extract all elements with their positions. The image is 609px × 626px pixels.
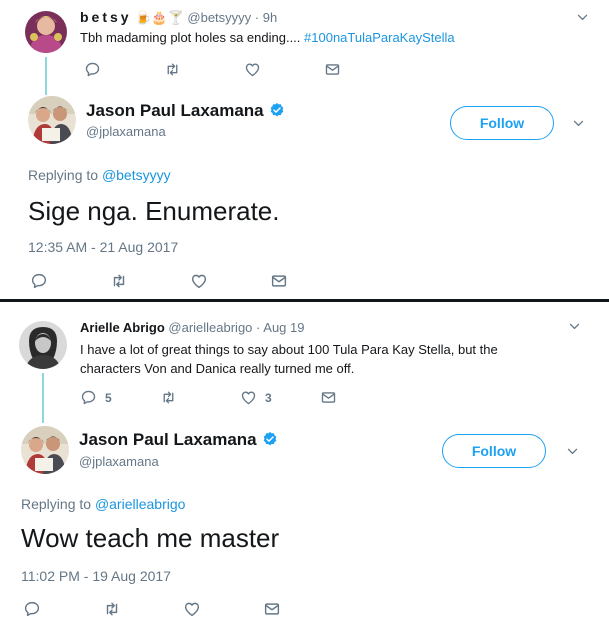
tweet-header: Arielle Abrigo @arielleabrigo · Aug 19 [80, 320, 304, 335]
avatar-betsy[interactable] [25, 11, 67, 53]
reply-count: 5 [105, 390, 112, 405]
divider [0, 299, 609, 302]
author-handle[interactable]: @jplaxamana [79, 454, 159, 469]
thread-line [45, 57, 47, 95]
author-handle[interactable]: @arielleabrigo [168, 320, 252, 335]
verified-icon [269, 102, 285, 123]
tweet-text: Sige nga. Enumerate. [28, 196, 280, 226]
tweet-header: betsy 🍺🎂🍸 @betsyyyy · 9h [80, 9, 277, 26]
message-icon [324, 61, 341, 78]
retweet-button[interactable] [103, 600, 183, 618]
message-button[interactable] [270, 272, 288, 290]
author-name[interactable]: Jason Paul Laxamana [86, 101, 264, 120]
message-icon [320, 389, 337, 406]
message-button[interactable] [320, 389, 337, 406]
tweet-text: I have a lot of great things to say abou… [80, 340, 498, 378]
chevron-down-icon[interactable] [565, 444, 580, 464]
message-icon [270, 272, 288, 290]
retweet-icon [164, 61, 181, 78]
hashtag-link[interactable]: #100naTulaParaKayStella [304, 30, 455, 45]
like-count: 3 [265, 390, 272, 405]
chevron-down-icon[interactable] [567, 319, 582, 339]
author-name[interactable]: Arielle Abrigo [80, 320, 165, 335]
chevron-down-icon[interactable] [575, 10, 590, 30]
replying-to: Replying to @betsyyyy [28, 167, 171, 183]
retweet-icon [103, 600, 121, 618]
author-name[interactable]: betsy [80, 9, 132, 25]
avatar-jplaxamana[interactable] [21, 426, 69, 474]
like-button[interactable]: 3 [240, 389, 320, 406]
tweet-text-line: I have a lot of great things to say abou… [80, 342, 498, 357]
replying-to: Replying to @arielleabrigo [21, 496, 185, 512]
tweet-time[interactable]: · 9h [255, 10, 277, 25]
follow-button[interactable]: Follow [450, 106, 554, 140]
retweet-icon [110, 272, 128, 290]
tweet-timestamp[interactable]: 12:35 AM - 21 Aug 2017 [28, 239, 178, 255]
message-button[interactable] [324, 61, 341, 78]
like-button[interactable] [190, 272, 270, 290]
retweet-button[interactable] [110, 272, 190, 290]
replying-handle-link[interactable]: @betsyyyy [102, 167, 171, 183]
tweet-actions: 5 3 [80, 389, 337, 406]
name-emoji: 🍺🎂🍸 [135, 10, 184, 25]
retweet-button[interactable] [164, 61, 244, 78]
author-handle[interactable]: @betsyyyy [187, 10, 251, 25]
author-handle[interactable]: @jplaxamana [86, 124, 166, 139]
author-row: Jason Paul Laxamana [86, 101, 285, 123]
like-button[interactable] [183, 600, 263, 618]
reply-button[interactable] [84, 61, 164, 78]
reply-button[interactable] [23, 600, 103, 618]
chevron-down-icon[interactable] [571, 116, 586, 136]
like-icon [183, 600, 201, 618]
tweet-text: Tbh madaming plot holes sa ending.... #1… [80, 30, 455, 45]
tweet-actions [30, 272, 288, 290]
reply-button[interactable] [30, 272, 110, 290]
replying-handle-link[interactable]: @arielleabrigo [95, 496, 185, 512]
thread-line [42, 373, 44, 423]
message-icon [263, 600, 281, 618]
reply-icon [23, 600, 41, 618]
author-name[interactable]: Jason Paul Laxamana [79, 430, 257, 449]
replying-prefix: Replying to [28, 167, 102, 183]
reply-icon [80, 389, 97, 406]
avatar-jplaxamana[interactable] [28, 96, 76, 144]
tweet-time[interactable]: · Aug 19 [256, 320, 304, 335]
verified-icon [262, 431, 278, 452]
tweet-actions [23, 600, 281, 618]
like-icon [240, 389, 257, 406]
reply-button[interactable]: 5 [80, 389, 160, 406]
follow-button[interactable]: Follow [442, 434, 546, 468]
tweet-actions [84, 61, 341, 78]
reply-icon [30, 272, 48, 290]
tweet-text: Wow teach me master [21, 523, 280, 553]
tweet-text-body: Tbh madaming plot holes sa ending.... [80, 30, 305, 45]
message-button[interactable] [263, 600, 281, 618]
like-button[interactable] [244, 61, 324, 78]
retweet-button[interactable] [160, 389, 240, 406]
like-icon [190, 272, 208, 290]
author-row: Jason Paul Laxamana [79, 430, 278, 452]
tweet-timestamp[interactable]: 11:02 PM - 19 Aug 2017 [21, 568, 171, 584]
avatar-arielleabrigo[interactable] [19, 321, 67, 369]
tweet-text-line: characters Von and Danica really turned … [80, 361, 355, 376]
reply-icon [84, 61, 101, 78]
retweet-icon [160, 389, 177, 406]
replying-prefix: Replying to [21, 496, 95, 512]
like-icon [244, 61, 261, 78]
